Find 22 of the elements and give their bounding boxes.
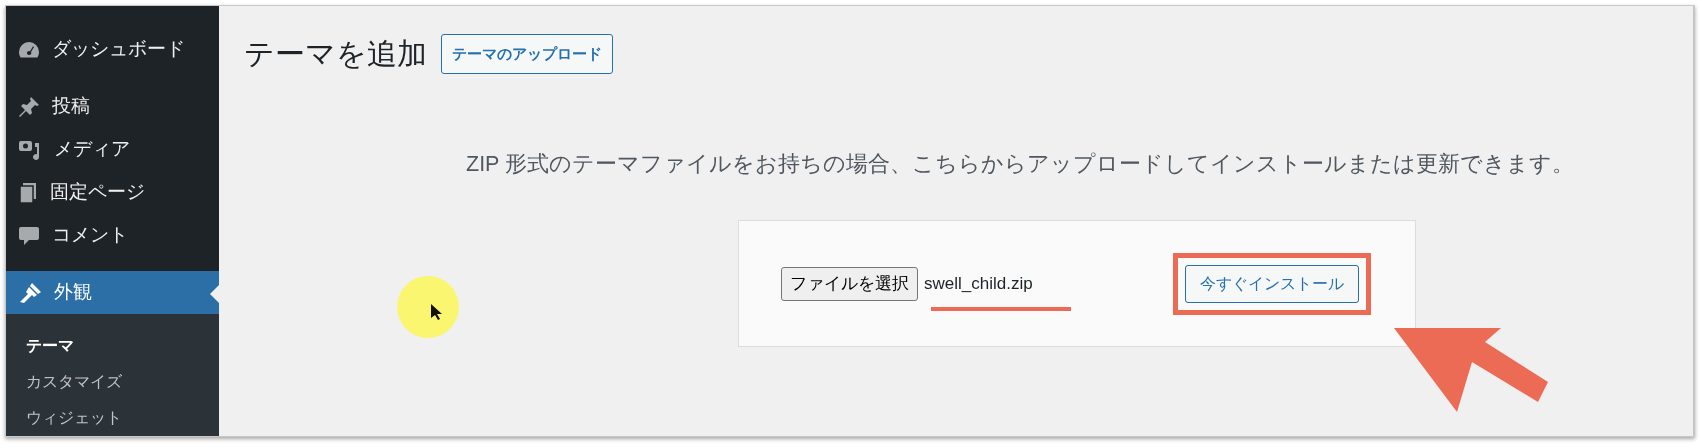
sidebar-item[interactable]: 外観 xyxy=(6,271,219,314)
choose-file-button[interactable]: ファイルを選択 xyxy=(781,266,918,301)
sidebar-item[interactable]: コメント xyxy=(6,214,219,257)
sidebar-item[interactable]: 投稿 xyxy=(6,85,219,128)
gauge-icon xyxy=(18,39,40,60)
sidebar-item[interactable]: ダッシュボード xyxy=(6,28,219,71)
pin-icon xyxy=(18,95,40,118)
sidebar-item[interactable]: 固定ページ xyxy=(6,171,219,214)
description: ZIP 形式のテーマファイルをお持ちの場合、こちらからアップロードしてインストールまたは更新できます。 xyxy=(466,151,1576,178)
sidebar-item[interactable]: メディア xyxy=(6,128,219,171)
cursor-icon xyxy=(430,303,442,321)
media-icon xyxy=(18,138,42,161)
install-now-button[interactable]: 今すぐインストール xyxy=(1184,264,1359,303)
upload-theme-button[interactable]: テーマのアップロード xyxy=(441,34,613,74)
submenu-item[interactable]: カスタマイズ xyxy=(6,364,219,400)
submenu-item[interactable]: ウィジェット xyxy=(6,400,219,436)
submenu-item[interactable]: テーマ xyxy=(6,328,219,364)
page-title: テーマを追加 xyxy=(244,39,427,69)
comment-icon xyxy=(18,224,40,247)
pages-icon xyxy=(18,181,38,204)
brush-icon xyxy=(18,281,42,304)
file-name: swell_child.zip xyxy=(924,273,1033,295)
